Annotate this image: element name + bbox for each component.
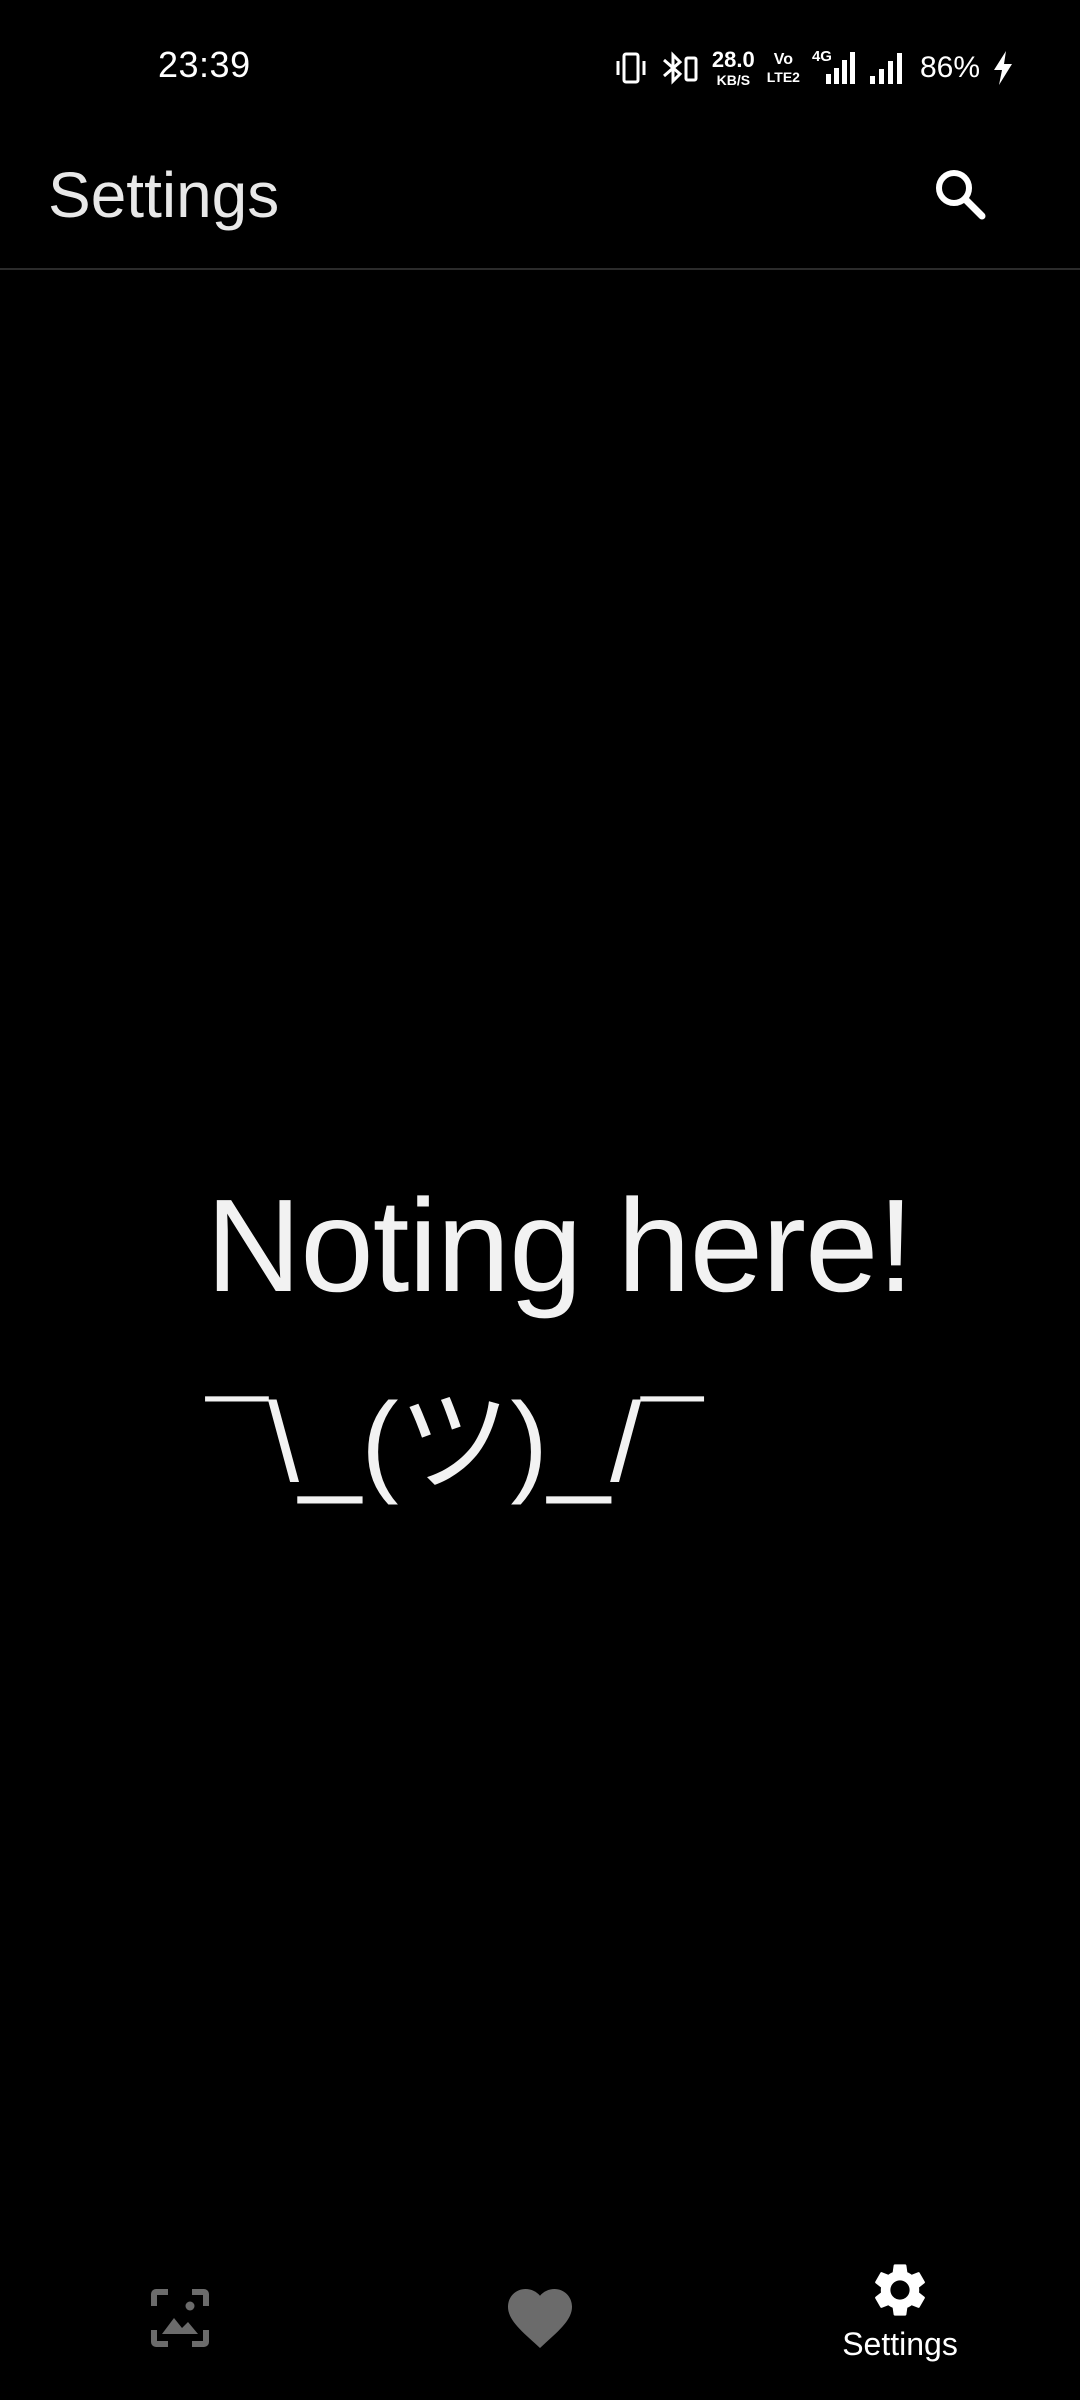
bluetooth-icon — [662, 51, 698, 85]
bottom-navigation: Settings — [0, 2230, 1080, 2400]
app-bar: Settings — [0, 136, 1080, 270]
volte-bottom-label: LTE2 — [766, 69, 800, 85]
wallpaper-icon — [151, 2289, 209, 2347]
volte-top-label: Vo — [773, 51, 793, 68]
network-speed-unit: KB/S — [716, 72, 751, 88]
status-bar: 23:39 28.0 KB/S Vo LTE2 4G 86% — [0, 0, 1080, 136]
signal-icon — [869, 53, 902, 84]
nav-item-settings[interactable]: Settings — [800, 2230, 1000, 2400]
network-speed: 28.0 KB/S — [711, 47, 755, 88]
gear-icon — [875, 2264, 925, 2316]
search-icon — [936, 170, 986, 220]
heart-icon — [508, 2289, 572, 2348]
status-icons: 28.0 KB/S Vo LTE2 4G 86% — [614, 46, 1014, 90]
signal-4g-icon: 4G — [812, 48, 856, 86]
search-button[interactable] — [920, 154, 1000, 234]
nav-item-wallpapers[interactable] — [80, 2230, 280, 2400]
nav-label-settings: Settings — [842, 2326, 958, 2362]
network-speed-value: 28.0 — [711, 47, 755, 72]
nav-item-favorites[interactable] — [440, 2230, 640, 2400]
empty-state-shrug: ¯\_(ツ)_/¯ — [206, 1380, 704, 1505]
battery-percent: 86% — [919, 51, 980, 84]
volte-icon: Vo LTE2 — [766, 51, 800, 85]
page-title: Settings — [48, 159, 280, 231]
empty-state-title: Noting here! — [206, 1172, 914, 1319]
charging-icon — [994, 51, 1012, 85]
vibrate-icon — [616, 52, 646, 84]
status-time: 23:39 — [158, 44, 251, 85]
